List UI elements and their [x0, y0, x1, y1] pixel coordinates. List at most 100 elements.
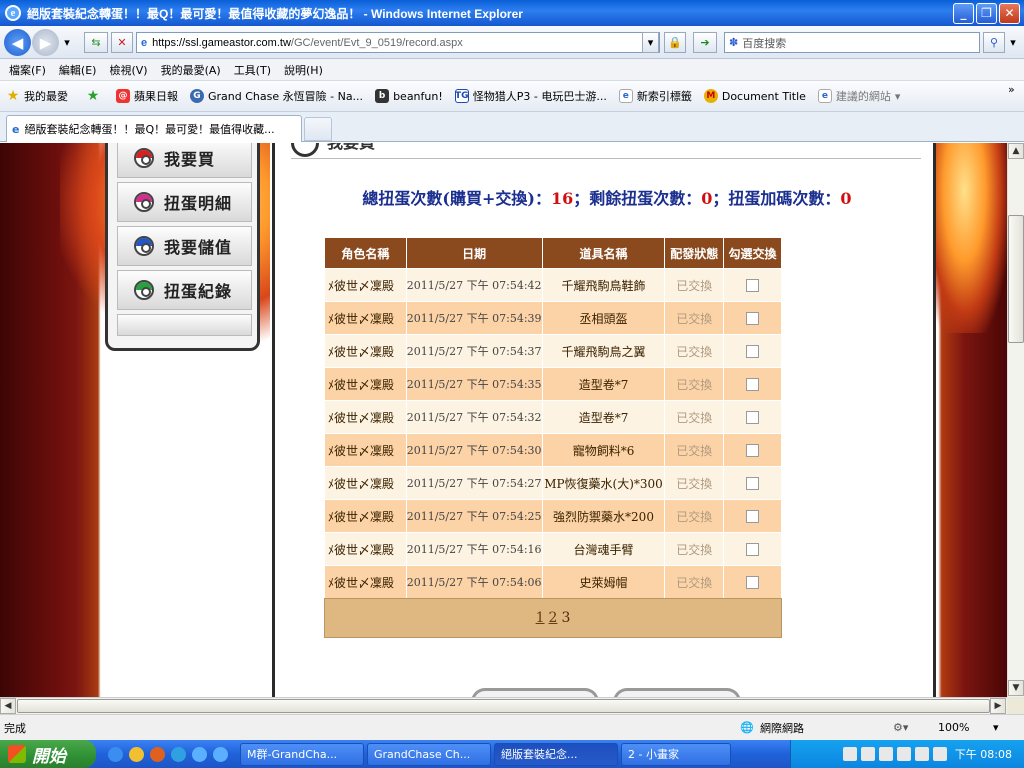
fav-link-grandchase[interactable]: G Grand Chase 永恆冒險 - Na...: [190, 88, 363, 104]
favorites-label: 我的最愛: [24, 88, 68, 104]
menu-edit[interactable]: 編輯(E): [59, 62, 97, 78]
keyboard-icon[interactable]: [843, 747, 857, 761]
fav-link-document-title[interactable]: M Document Title: [704, 89, 806, 103]
menu-bar: 檔案(F) 編輯(E) 檢視(V) 我的最愛(A) 工具(T) 說明(H): [0, 59, 1024, 81]
sidebar-button-label: 我要儲值: [164, 234, 232, 258]
url-path: /GC/event/Evt_9_0519/record.aspx: [291, 37, 463, 49]
exchange-checkbox[interactable]: [746, 543, 759, 556]
exchange-checkbox[interactable]: [746, 510, 759, 523]
summary-total-label: 總扭蛋次數(購買+交換)：: [362, 189, 551, 208]
quicklaunch-messenger-icon[interactable]: [129, 747, 144, 762]
quicklaunch-skype-icon[interactable]: [171, 747, 186, 762]
security-icon[interactable]: [933, 747, 947, 761]
col-header-name: 角色名稱: [325, 238, 407, 269]
task-grandchase-chat[interactable]: GrandChase Ch...: [367, 743, 491, 766]
tab-active[interactable]: e 絕版套裝紀念轉蛋！！最Q！最可愛！最值得收藏...: [6, 115, 302, 142]
quicklaunch-ie-icon[interactable]: [192, 747, 207, 762]
favorites-center-button[interactable]: ★ 我的最愛: [6, 88, 68, 104]
horizontal-scrollbar[interactable]: ◀ ▶: [0, 697, 1007, 714]
exchange-checkbox[interactable]: [746, 576, 759, 589]
lock-icon[interactable]: 🔒: [664, 32, 686, 53]
tg-icon: TG: [455, 89, 469, 103]
sidebar-buy-button[interactable]: 我要買: [117, 143, 252, 178]
task-grandchase-group[interactable]: M群-GrandCha...: [240, 743, 364, 766]
exchange-checkbox[interactable]: [746, 312, 759, 325]
fav-link-beanfun[interactable]: b beanfun!: [375, 89, 443, 103]
tray-expand-icon[interactable]: [879, 747, 893, 761]
search-icon[interactable]: ⚲: [983, 32, 1005, 53]
chevron-down-icon: ▾: [895, 90, 901, 103]
table-row: ﾒ彼世〆凜殿2011/5/27 下午 07:54:42千耀飛駒鳥鞋飾已交換: [325, 269, 782, 302]
address-dropdown-icon[interactable]: ▾: [642, 32, 659, 53]
exchange-checkbox[interactable]: [746, 378, 759, 391]
status-text: 完成: [4, 720, 26, 736]
globe-icon: 🌐: [740, 721, 754, 734]
task-ie-window[interactable]: 絕版套裝紀念...: [494, 743, 618, 766]
fav-link-monster-hunter[interactable]: TG 怪物猎人P3 - 电玩巴士游...: [455, 88, 607, 104]
search-input[interactable]: ✽ 百度搜索: [724, 32, 980, 53]
scroll-left-icon[interactable]: ◀: [0, 698, 16, 714]
vertical-scrollbar[interactable]: ▲ ▼: [1007, 143, 1024, 697]
scroll-down-icon[interactable]: ▼: [1008, 680, 1024, 696]
quicklaunch-media-icon[interactable]: [150, 747, 165, 762]
help-icon[interactable]: [861, 747, 875, 761]
history-dropdown-icon[interactable]: ▾: [60, 32, 74, 53]
sidebar-records-button[interactable]: 扭蛋紀錄: [117, 270, 252, 310]
address-input[interactable]: e https://ssl.gameastor.com.tw/GC/event/…: [136, 32, 660, 53]
task-paint[interactable]: 2 - 小畫家: [621, 743, 731, 766]
bottom-button-left[interactable]: [471, 688, 599, 697]
scroll-right-icon[interactable]: ▶: [990, 698, 1006, 714]
back-button[interactable]: ◀: [4, 29, 31, 56]
cell-item-name: 造型卷*7: [542, 368, 665, 401]
fav-link-new-tab[interactable]: e 新索引標籤: [619, 88, 692, 104]
refresh-icon[interactable]: ⇆: [84, 32, 108, 53]
fav-suggested-sites[interactable]: e 建議的網站 ▾: [818, 88, 901, 104]
zoom-level[interactable]: 100%: [938, 721, 969, 734]
bottom-button-right[interactable]: [613, 688, 741, 697]
menu-favorites[interactable]: 我的最愛(A): [161, 62, 221, 78]
page-link-1[interactable]: 1: [536, 610, 545, 626]
volume-icon[interactable]: [915, 747, 929, 761]
quicklaunch-search-icon[interactable]: [108, 747, 123, 762]
add-favorite-button[interactable]: ★: [86, 89, 104, 103]
sidebar-button-label: 我要買: [164, 146, 215, 170]
ie-page-icon: e: [818, 89, 832, 103]
start-button[interactable]: 開始: [0, 740, 96, 768]
exchange-checkbox[interactable]: [746, 444, 759, 457]
hscroll-thumb[interactable]: [17, 699, 990, 713]
close-button[interactable]: ✕: [999, 3, 1020, 24]
protected-mode-icon[interactable]: ⚙▾: [893, 721, 908, 734]
menu-tools[interactable]: 工具(T): [234, 62, 271, 78]
sidebar-details-button[interactable]: 扭蛋明細: [117, 182, 252, 222]
forward-button[interactable]: ▶: [32, 29, 59, 56]
scroll-up-icon[interactable]: ▲: [1008, 143, 1024, 159]
exchange-checkbox[interactable]: [746, 477, 759, 490]
exchange-checkbox[interactable]: [746, 345, 759, 358]
restore-button[interactable]: ❐: [976, 3, 997, 24]
overflow-chevron-icon[interactable]: »: [1008, 83, 1015, 96]
page-link-2[interactable]: 2: [549, 610, 558, 626]
stop-icon[interactable]: ✕: [111, 32, 133, 53]
grandchase-icon: G: [190, 89, 204, 103]
pokeball-icon: [134, 236, 154, 256]
cell-item-name: 千耀飛駒鳥之翼: [542, 335, 665, 368]
menu-view[interactable]: 檢視(V): [109, 62, 147, 78]
menu-help[interactable]: 說明(H): [284, 62, 323, 78]
quicklaunch-ie2-icon[interactable]: [213, 747, 228, 762]
sidebar-topup-button[interactable]: 我要儲值: [117, 226, 252, 266]
network-icon[interactable]: [897, 747, 911, 761]
exchange-checkbox[interactable]: [746, 279, 759, 292]
new-tab-button[interactable]: [304, 117, 332, 141]
exchange-checkbox[interactable]: [746, 411, 759, 424]
search-options-icon[interactable]: ▾: [1006, 32, 1020, 53]
go-icon[interactable]: ➔: [693, 32, 717, 53]
minimize-button[interactable]: _: [953, 3, 974, 24]
cell-date: 2011/5/27 下午 07:54:32: [406, 401, 542, 434]
scroll-thumb[interactable]: [1008, 215, 1024, 343]
zoom-dropdown-icon[interactable]: ▾: [993, 721, 999, 734]
cell-date: 2011/5/27 下午 07:54:37: [406, 335, 542, 368]
fav-link-apple-daily[interactable]: @ 蘋果日報: [116, 88, 178, 104]
clock[interactable]: 下午 08:08: [955, 746, 1012, 762]
beanfun-icon: b: [375, 89, 389, 103]
menu-file[interactable]: 檔案(F): [9, 62, 46, 78]
